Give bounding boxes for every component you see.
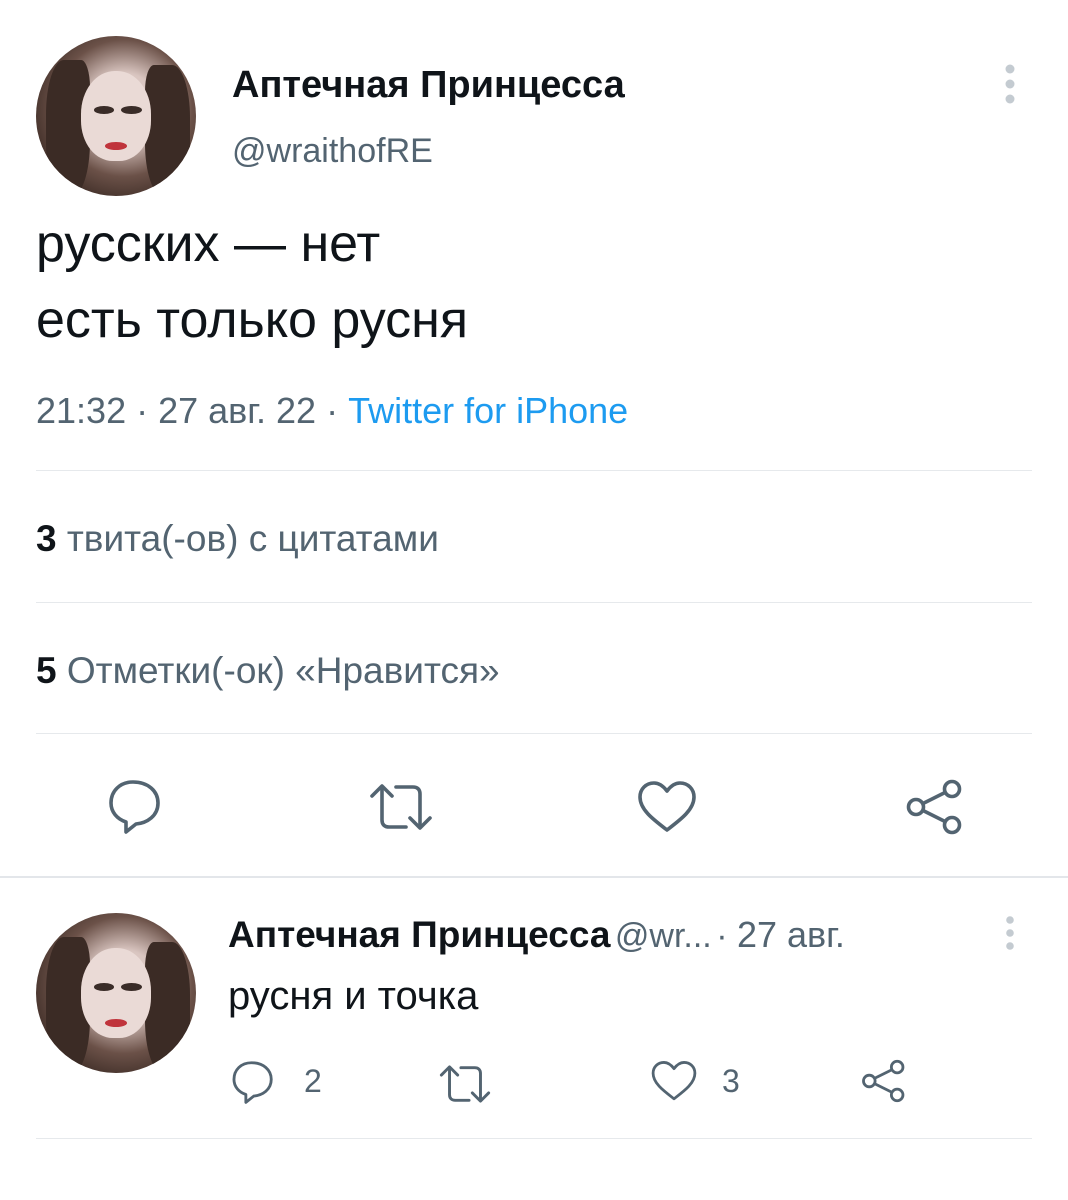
reply-count: 2	[304, 1063, 322, 1099]
like-count: 3	[722, 1063, 740, 1099]
likes-stat[interactable]: 5 Отметки(-ок) «Нравится»	[36, 650, 500, 692]
section-divider	[0, 876, 1068, 878]
author-handle[interactable]: @wraithofRE	[232, 132, 433, 171]
quote-tweets-stat[interactable]: 3 твита(-ов) с цитатами	[36, 518, 439, 560]
author-avatar[interactable]	[36, 36, 196, 196]
heart-icon[interactable]	[650, 1060, 698, 1102]
avatar-hair	[144, 64, 190, 196]
quote-count: 3	[36, 518, 57, 559]
tweet-time[interactable]: 21:32	[36, 390, 126, 431]
more-vertical-icon[interactable]	[996, 62, 1024, 106]
divider	[36, 602, 1032, 603]
divider	[36, 470, 1032, 471]
tweet-meta: 21:32 · 27 авг. 22 · Twitter for iPhone	[36, 390, 628, 432]
tweet-source-link[interactable]: Twitter for iPhone	[348, 390, 628, 431]
reply-author-avatar[interactable]	[36, 913, 196, 1073]
heart-icon[interactable]	[636, 780, 698, 834]
avatar-hair	[144, 941, 190, 1073]
divider	[36, 1138, 1032, 1139]
reply-author-handle[interactable]: @wr...	[615, 917, 712, 955]
retweet-icon[interactable]	[438, 1062, 492, 1106]
share-icon[interactable]	[860, 1058, 908, 1104]
meta-separator: ·	[316, 390, 349, 431]
comment-icon[interactable]	[230, 1058, 276, 1104]
avatar-lips	[104, 1018, 128, 1027]
comment-icon[interactable]	[106, 776, 164, 834]
reply-author-name[interactable]: Аптечная Принцесса	[228, 914, 610, 955]
retweet-icon[interactable]	[368, 780, 434, 834]
more-vertical-icon[interactable]	[998, 914, 1022, 952]
like-label: Отметки(-ок) «Нравится»	[66, 650, 500, 691]
like-count: 5	[36, 650, 57, 691]
meta-separator: ·	[716, 917, 737, 955]
reply-header: Аптечная Принцесса @wr... · 27 авг.	[228, 914, 845, 956]
reply-text: русня и точка	[228, 974, 479, 1018]
divider	[36, 733, 1032, 734]
reply-date[interactable]: 27 авг.	[737, 914, 845, 955]
tweet-text-line: русских — нет	[36, 215, 381, 273]
quote-label: твита(-ов) с цитатами	[66, 518, 439, 559]
avatar-lips	[104, 141, 128, 150]
tweet-text-line: есть только русня	[36, 291, 469, 349]
meta-separator: ·	[126, 390, 159, 431]
tweet-text: русских — нет есть только русня	[36, 206, 468, 358]
tweet-date[interactable]: 27 авг. 22	[158, 390, 316, 431]
share-icon[interactable]	[904, 778, 966, 836]
author-name[interactable]: Аптечная Принцесса	[232, 64, 625, 107]
